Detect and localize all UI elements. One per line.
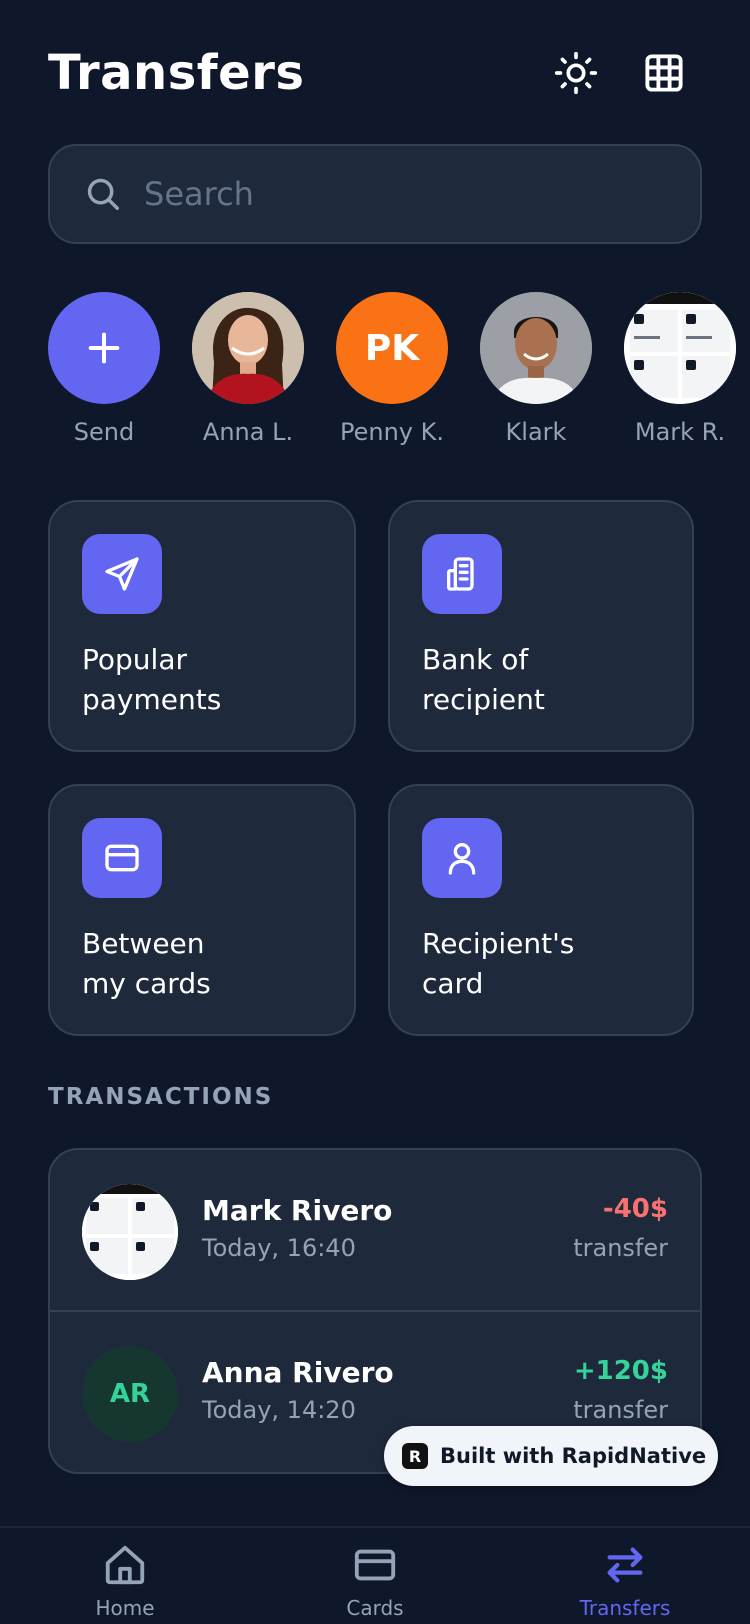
contact-name: Klark <box>505 418 567 446</box>
tab-label: Cards <box>346 1596 404 1620</box>
theme-toggle-button[interactable] <box>552 49 600 97</box>
transaction-name: Anna Rivero <box>202 1356 394 1389</box>
tab-home[interactable]: Home <box>45 1542 205 1620</box>
header-actions <box>552 49 688 97</box>
tile-icon-box <box>82 818 162 898</box>
contact-klark[interactable]: Klark <box>480 292 592 446</box>
contact-send[interactable]: Send <box>48 292 160 446</box>
recipients-card-tile[interactable]: Recipient's card <box>388 784 694 1036</box>
rapidnative-logo-icon: R <box>402 1443 428 1469</box>
send-icon <box>105 557 139 591</box>
popular-payments-tile[interactable]: Popular payments <box>48 500 356 752</box>
transactions-heading: TRANSACTIONS <box>48 1084 274 1110</box>
screenshot-thumbnail <box>624 292 736 404</box>
contact-anna[interactable]: Anna L. <box>192 292 304 446</box>
swap-arrows-icon <box>607 1547 643 1583</box>
send-avatar <box>48 292 160 404</box>
tile-icon-box <box>422 818 502 898</box>
avatar <box>192 292 304 404</box>
avatar: AR <box>82 1346 178 1442</box>
sun-icon <box>554 51 598 95</box>
tab-label: Transfers <box>579 1596 671 1620</box>
contact-name: Penny K. <box>339 418 444 446</box>
contact-name: Send <box>73 418 135 446</box>
avatar: PK <box>336 292 448 404</box>
page-title: Transfers <box>48 45 305 101</box>
grid-menu-button[interactable] <box>640 49 688 97</box>
search-icon <box>87 178 119 210</box>
search-bar <box>48 144 702 244</box>
credit-card-icon <box>354 1549 396 1581</box>
transaction-row[interactable]: Mark Rivero Today, 16:40 -40$ transfer <box>50 1150 700 1312</box>
badge-text: Built with RapidNative <box>440 1444 707 1468</box>
tile-label: Recipient's card <box>422 927 575 1000</box>
transaction-type: transfer <box>573 1396 668 1424</box>
plus-icon <box>88 332 120 364</box>
avatar <box>480 292 592 404</box>
contact-name: Anna L. <box>202 418 294 446</box>
person-photo <box>480 292 592 404</box>
bank-of-recipient-tile[interactable]: Bank of recipient <box>388 500 694 752</box>
between-my-cards-tile[interactable]: Between my cards <box>48 784 356 1036</box>
header: Transfers <box>48 38 702 108</box>
credit-card-icon <box>105 844 139 872</box>
home-icon <box>105 1545 145 1585</box>
tile-icon-box <box>422 534 502 614</box>
search-input[interactable] <box>144 175 664 213</box>
tab-transfers[interactable]: Transfers <box>545 1542 705 1620</box>
bank-building-icon <box>447 557 474 591</box>
tab-label: Home <box>95 1596 155 1620</box>
contact-name: Mark R. <box>634 418 726 446</box>
transaction-time: Today, 16:40 <box>202 1234 356 1262</box>
transaction-name: Mark Rivero <box>202 1194 393 1227</box>
built-with-badge[interactable]: R Built with RapidNative <box>384 1426 718 1486</box>
screenshot-thumbnail <box>82 1184 178 1280</box>
contact-penny[interactable]: PK Penny K. <box>336 292 448 446</box>
transaction-type: transfer <box>573 1234 668 1262</box>
person-photo <box>192 292 304 404</box>
tile-label: Bank of recipient <box>422 643 545 716</box>
avatar <box>82 1184 178 1280</box>
user-icon <box>448 843 476 875</box>
contact-mark[interactable]: Mark R. <box>624 292 736 446</box>
avatar <box>624 292 736 404</box>
transaction-amount: -40$ <box>602 1194 668 1224</box>
transaction-time: Today, 14:20 <box>202 1396 356 1424</box>
tab-cards[interactable]: Cards <box>295 1542 455 1620</box>
transaction-amount: +120$ <box>573 1356 668 1386</box>
grid-icon <box>645 54 683 92</box>
tile-label: Popular payments <box>82 643 222 716</box>
tile-label: Between my cards <box>82 927 211 1000</box>
tile-icon-box <box>82 534 162 614</box>
contacts-row: Send Anna L. PK Penny K. Klark Mark R. <box>48 292 750 452</box>
bottom-tab-bar: Home Cards Transfers <box>0 1526 750 1624</box>
